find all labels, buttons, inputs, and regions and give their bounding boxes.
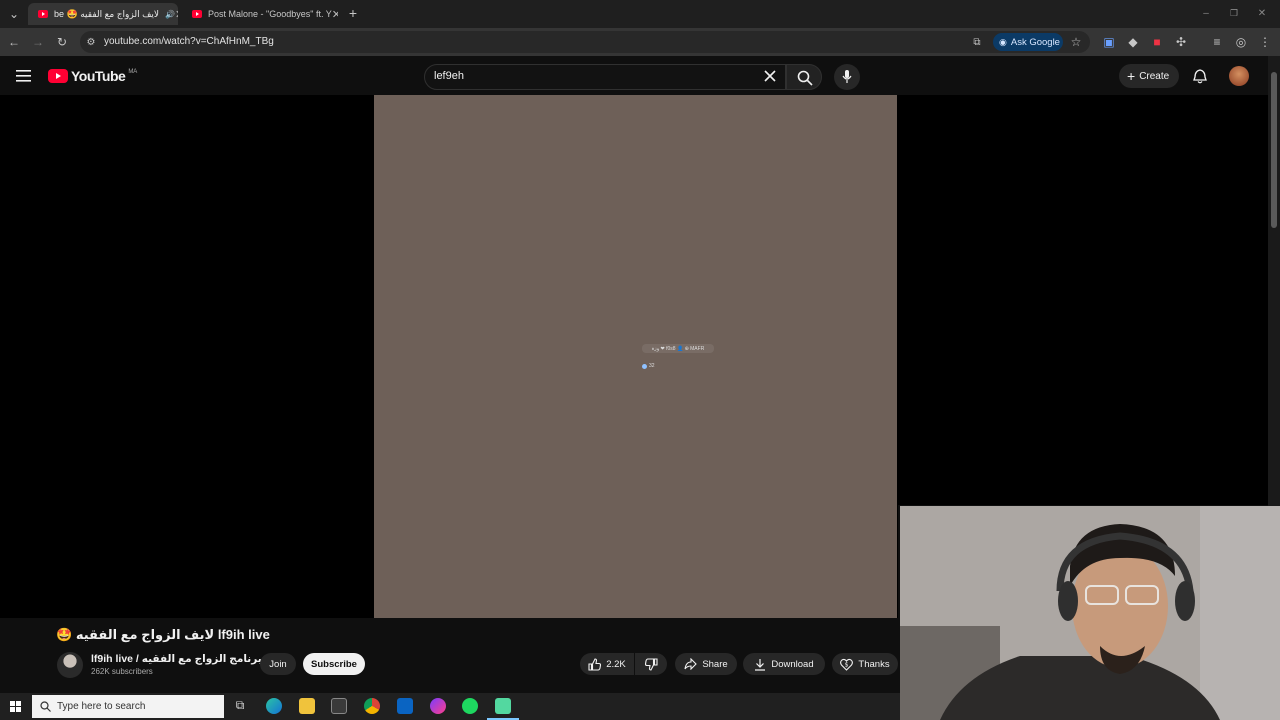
edge-browser-icon[interactable] — [266, 698, 282, 714]
reload-icon[interactable]: ↻ — [54, 34, 70, 50]
outlook-icon[interactable] — [397, 698, 413, 714]
restore-icon[interactable]: ❐ — [1226, 5, 1242, 21]
reading-list-icon[interactable]: ≡ — [1209, 34, 1225, 50]
channel-name[interactable]: lf9ih live / برنامج الزواج مع الفقيه ✓ — [91, 653, 276, 665]
url-text[interactable]: youtube.com/watch?v=ChAfHnM_TBg — [104, 36, 274, 47]
channel-name-text: lf9ih live / برنامج الزواج مع الفقيه — [91, 653, 262, 665]
browser-tab-strip: ⌄ be 🤩 لايف الزواج مع الفقيه 🔊 ✕ Post Ma… — [0, 0, 1280, 28]
webcam-overlay — [900, 506, 1280, 720]
bookmark-star-icon[interactable]: ☆ — [1068, 34, 1084, 50]
windows-start-icon[interactable] — [10, 701, 21, 712]
audio-playing-icon[interactable]: 🔊 — [165, 10, 175, 19]
streaming-app-icon[interactable] — [495, 698, 511, 714]
channel-avatar[interactable] — [57, 652, 83, 678]
puzzle-extensions-icon[interactable]: ✣ — [1173, 34, 1189, 50]
forward-icon[interactable]: → — [30, 34, 46, 50]
share-button[interactable]: Share — [675, 653, 737, 675]
profile-icon[interactable]: ◎ — [1233, 34, 1249, 50]
download-button[interactable]: Download — [743, 653, 825, 675]
youtube-logo[interactable]: YouTube MA — [48, 68, 137, 84]
youtube-logo-text: YouTube — [71, 68, 126, 84]
subscribe-button[interactable]: Subscribe — [303, 653, 365, 675]
task-view-icon[interactable]: ⧉ — [232, 698, 248, 714]
scrollbar-thumb[interactable] — [1271, 72, 1277, 228]
tab-post-malone[interactable]: Post Malone - "Goodbyes" ft. Y ✕ — [182, 3, 338, 25]
create-label: Create — [1139, 70, 1170, 82]
chrome-icon[interactable] — [364, 698, 380, 714]
thumbs-down-icon — [644, 657, 658, 671]
tab-close-icon[interactable]: ✕ — [332, 8, 338, 21]
translate-extension-icon[interactable]: ▣ — [1101, 34, 1117, 50]
spotify-icon[interactable] — [462, 698, 478, 714]
browser-menu-icon[interactable]: ⋮ — [1257, 34, 1273, 50]
tab-list-chevron-icon[interactable]: ⌄ — [6, 6, 22, 22]
ask-google-button[interactable]: ◉ Ask Google — [993, 33, 1063, 51]
search-query-text[interactable]: lef9eh — [434, 70, 464, 82]
file-explorer-icon[interactable] — [299, 698, 315, 714]
messenger-icon[interactable] — [430, 698, 446, 714]
create-button[interactable]: + Create — [1119, 64, 1179, 88]
microphone-icon — [842, 70, 852, 84]
svg-text:$: $ — [845, 661, 849, 668]
viewer-count: 32 — [642, 362, 660, 370]
search-input[interactable] — [424, 64, 786, 90]
taskbar-search-placeholder: Type here to search — [57, 701, 146, 712]
tab-label: Post Malone - "Goodbyes" ft. Y — [208, 9, 332, 19]
minimize-icon[interactable]: – — [1198, 5, 1214, 21]
extension-icon[interactable]: ◆ — [1125, 34, 1141, 50]
site-info-icon[interactable]: ⚙ — [83, 34, 99, 50]
share-arrow-icon — [684, 658, 698, 670]
video-title: 🤩 لايف الزواج مع الفقيه lf9ih live — [56, 627, 270, 642]
like-button[interactable]: 2.2K — [580, 653, 634, 675]
youtube-favicon-icon — [192, 10, 202, 18]
join-button[interactable]: Join — [260, 653, 296, 675]
back-icon[interactable]: ← — [6, 34, 22, 50]
install-app-icon[interactable]: ⧉ — [969, 34, 985, 50]
notifications-bell-icon[interactable] — [1193, 69, 1207, 84]
taskbar-search-icon — [40, 701, 51, 712]
tab-close-icon[interactable]: ✕ — [175, 8, 178, 21]
plus-icon: + — [1127, 68, 1136, 84]
taskbar-search-box[interactable]: Type here to search — [32, 695, 224, 718]
download-icon — [754, 658, 766, 671]
thumbs-up-icon — [588, 657, 602, 671]
join-label: Join — [269, 658, 287, 670]
pdf-extension-icon[interactable]: ■ — [1149, 34, 1165, 50]
video-frame[interactable] — [374, 95, 897, 618]
thanks-heart-dollar-icon: $ — [840, 658, 854, 671]
sidebar-area — [898, 95, 1268, 505]
subscribe-label: Subscribe — [311, 658, 357, 670]
download-label: Download — [771, 658, 814, 670]
lens-icon: ◉ — [999, 36, 1007, 47]
youtube-favicon-icon — [38, 10, 48, 18]
live-overlay-banner: وزة ❤ f0s8 👤 ⊕ MAFR — [642, 344, 714, 353]
youtube-play-icon — [48, 69, 68, 83]
overlay-text: وزة ❤ f0s8 👤 ⊕ MAFR — [651, 345, 705, 352]
voice-search-button[interactable] — [834, 64, 860, 90]
viewer-dot-icon — [642, 363, 647, 369]
tab-active[interactable]: be 🤩 لايف الزواج مع الفقيه 🔊 ✕ — [28, 3, 178, 25]
search-icon — [797, 70, 813, 86]
viewer-count-value: 32 — [649, 363, 655, 369]
microsoft-store-icon[interactable] — [331, 698, 347, 714]
window-close-icon[interactable]: ✕ — [1254, 5, 1270, 21]
share-label: Share — [702, 658, 728, 670]
region-code: MA — [128, 69, 138, 75]
search-button[interactable] — [786, 64, 822, 90]
like-count: 2.2K — [606, 658, 626, 670]
clear-search-icon[interactable] — [763, 69, 777, 83]
user-avatar[interactable] — [1229, 66, 1249, 86]
hamburger-menu-icon[interactable] — [16, 69, 32, 83]
dislike-button[interactable] — [635, 653, 667, 675]
ask-google-label: Ask Google — [1010, 36, 1060, 48]
thanks-button[interactable]: $ Thanks — [832, 653, 898, 675]
tab-active-label: be 🤩 لايف الزواج مع الفقيه — [54, 8, 160, 19]
new-tab-icon[interactable]: + — [345, 5, 361, 21]
streamer-webcam-image — [900, 506, 1280, 720]
thanks-label: Thanks — [858, 658, 890, 670]
subscriber-count: 262K subscribers — [91, 667, 153, 676]
